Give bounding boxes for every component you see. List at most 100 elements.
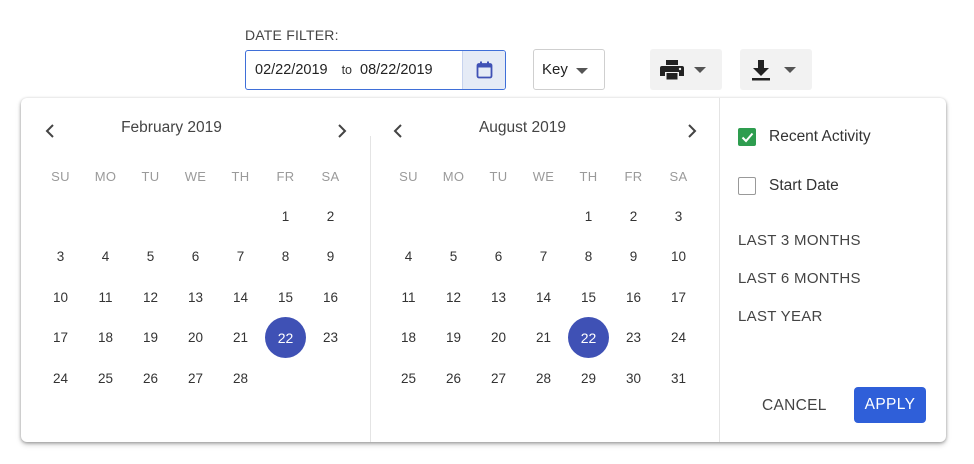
download-icon <box>752 59 770 80</box>
day-cell[interactable]: 3 <box>38 237 83 278</box>
day-cell[interactable]: 17 <box>38 318 83 359</box>
day-cell[interactable]: 23 <box>611 318 656 359</box>
month-title: February 2019 <box>121 119 222 136</box>
selected-day-cell[interactable]: 22 <box>566 317 611 359</box>
start-date-checkbox[interactable] <box>738 177 756 195</box>
day-number: 28 <box>535 370 552 386</box>
cancel-button[interactable]: CANCEL <box>756 388 833 424</box>
calendar-button[interactable] <box>462 51 505 89</box>
day-cell[interactable]: 6 <box>476 237 521 278</box>
day-cell[interactable]: 24 <box>656 318 701 359</box>
day-number: 15 <box>580 289 597 305</box>
day-number: 25 <box>400 370 417 386</box>
day-cell[interactable]: 14 <box>218 277 263 318</box>
key-select[interactable]: Key <box>533 49 605 90</box>
day-cell[interactable]: 10 <box>38 277 83 318</box>
day-cell[interactable]: 9 <box>308 237 353 278</box>
day-cell[interactable]: 25 <box>83 358 128 399</box>
day-cell[interactable]: 18 <box>386 318 431 359</box>
day-cell[interactable]: 2 <box>308 196 353 237</box>
day-cell[interactable]: 15 <box>566 277 611 318</box>
weekday-label: TU <box>141 169 160 184</box>
day-cell[interactable]: 27 <box>476 358 521 399</box>
day-cell[interactable]: 3 <box>656 196 701 237</box>
start-date-option[interactable]: Start Date <box>738 177 839 195</box>
day-cell[interactable]: 11 <box>386 277 431 318</box>
empty-day-cell <box>83 196 128 237</box>
day-cell[interactable]: 4 <box>83 237 128 278</box>
start-date-label: Start Date <box>769 177 839 194</box>
day-cell[interactable]: 14 <box>521 277 566 318</box>
day-number: 21 <box>535 330 552 346</box>
recent-activity-option[interactable]: Recent Activity <box>738 128 871 146</box>
day-number: 23 <box>322 330 339 346</box>
day-cell[interactable]: 21 <box>218 318 263 359</box>
day-cell[interactable]: 26 <box>431 358 476 399</box>
day-number: 3 <box>56 249 65 265</box>
day-cell[interactable]: 23 <box>308 318 353 359</box>
day-cell[interactable]: 21 <box>521 318 566 359</box>
next-month-button[interactable] <box>684 123 700 139</box>
end-date-input[interactable]: 08/22/2019 <box>360 62 433 78</box>
empty-day-cell <box>521 196 566 237</box>
day-cell[interactable]: 11 <box>83 277 128 318</box>
start-date-input[interactable]: 02/22/2019 <box>255 62 328 78</box>
day-cell[interactable]: 5 <box>431 237 476 278</box>
range-last-3-months[interactable]: LAST 3 MONTHS <box>738 232 861 249</box>
day-number: 18 <box>400 330 417 346</box>
day-number: 22 <box>568 317 609 359</box>
day-cell[interactable]: 10 <box>656 237 701 278</box>
day-cell[interactable]: 13 <box>173 277 218 318</box>
download-button[interactable] <box>740 49 812 90</box>
day-number: 7 <box>236 249 245 265</box>
day-cell[interactable]: 5 <box>128 237 173 278</box>
day-cell[interactable]: 28 <box>521 358 566 399</box>
day-cell[interactable]: 20 <box>173 318 218 359</box>
day-cell[interactable]: 18 <box>83 318 128 359</box>
day-grid: 1 2 3 4 5 6 7 8 9 10 11 12 13 14 15 16 17 18 19 20 21 22 23 24 2… <box>38 196 353 399</box>
print-button[interactable] <box>650 49 722 90</box>
range-last-6-months[interactable]: LAST 6 MONTHS <box>738 270 861 287</box>
day-cell[interactable]: 20 <box>476 318 521 359</box>
day-cell[interactable]: 1 <box>566 196 611 237</box>
day-cell[interactable]: 29 <box>566 358 611 399</box>
day-cell[interactable]: 31 <box>656 358 701 399</box>
day-cell[interactable]: 7 <box>521 237 566 278</box>
day-cell[interactable]: 13 <box>476 277 521 318</box>
empty-day-cell <box>38 196 83 237</box>
day-cell[interactable]: 2 <box>611 196 656 237</box>
day-cell[interactable]: 19 <box>431 318 476 359</box>
day-grid: 1 2 3 4 5 6 7 8 9 10 11 12 13 14 15 16 17 18 19 20 21 22 23 24 2… <box>386 196 701 399</box>
day-cell[interactable]: 16 <box>611 277 656 318</box>
day-cell[interactable]: 8 <box>263 237 308 278</box>
recent-activity-checkbox[interactable] <box>738 128 756 146</box>
day-cell[interactable]: 24 <box>38 358 83 399</box>
selected-day-cell[interactable]: 22 <box>263 317 308 359</box>
date-range-field[interactable]: 02/22/2019 to 08/22/2019 <box>245 50 506 90</box>
weekday-label: WE <box>532 169 555 184</box>
day-cell[interactable]: 8 <box>566 237 611 278</box>
day-cell[interactable]: 6 <box>173 237 218 278</box>
day-cell[interactable]: 9 <box>611 237 656 278</box>
day-cell[interactable]: 16 <box>308 277 353 318</box>
day-cell[interactable]: 7 <box>218 237 263 278</box>
day-cell[interactable]: 19 <box>128 318 173 359</box>
day-cell[interactable]: 25 <box>386 358 431 399</box>
day-number: 14 <box>535 289 552 305</box>
day-cell[interactable]: 30 <box>611 358 656 399</box>
day-cell[interactable]: 1 <box>263 196 308 237</box>
day-cell[interactable]: 26 <box>128 358 173 399</box>
apply-button[interactable]: APPLY <box>854 387 926 423</box>
chevron-right-icon <box>338 124 347 138</box>
day-cell[interactable]: 27 <box>173 358 218 399</box>
day-number: 2 <box>629 208 638 224</box>
day-number: 22 <box>265 317 306 359</box>
day-cell[interactable]: 28 <box>218 358 263 399</box>
day-cell[interactable]: 4 <box>386 237 431 278</box>
day-cell[interactable]: 17 <box>656 277 701 318</box>
day-cell[interactable]: 15 <box>263 277 308 318</box>
day-cell[interactable]: 12 <box>128 277 173 318</box>
day-cell[interactable]: 12 <box>431 277 476 318</box>
range-last-year[interactable]: LAST YEAR <box>738 308 823 325</box>
day-number: 19 <box>142 330 159 346</box>
